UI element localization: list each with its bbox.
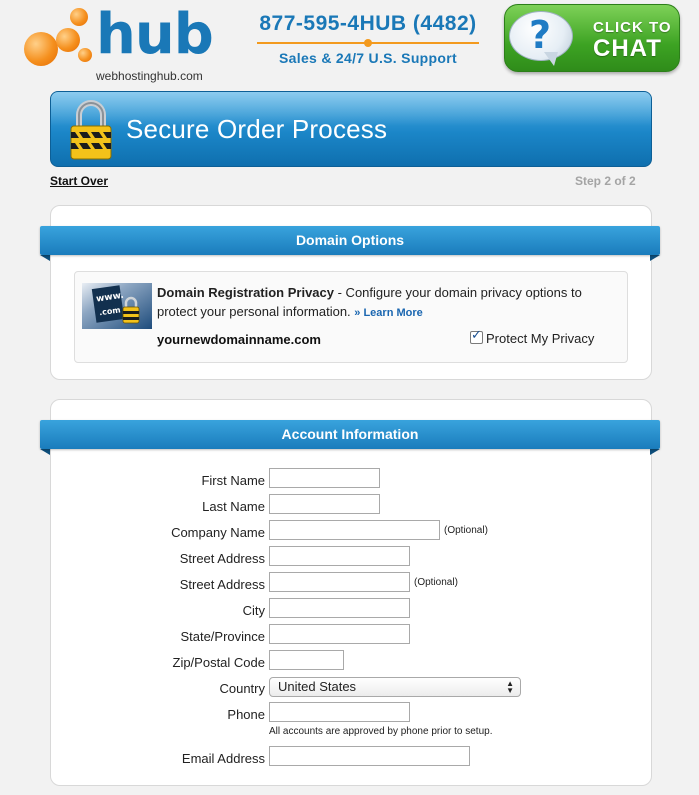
street-address-2-input[interactable] (269, 572, 410, 592)
logo-dot-small (70, 8, 88, 26)
zip-postal-code-label: Zip/Postal Code (172, 655, 266, 670)
chat-button-label-top: CLICK TO (593, 19, 672, 36)
last-name-label: Last Name (202, 499, 265, 514)
protect-privacy-option[interactable]: Protect My Privacy (470, 327, 595, 346)
street-address-input[interactable] (269, 546, 410, 566)
account-information-heading: Account Information (40, 420, 660, 449)
privacy-description: Domain Registration Privacy - Configure … (157, 283, 607, 323)
company-name-input[interactable] (269, 520, 440, 540)
logo-domain: webhostinghub.com (96, 69, 203, 83)
protect-privacy-checkbox[interactable] (470, 327, 483, 344)
page-title: Secure Order Process (126, 114, 388, 144)
logo-dot-medium (56, 28, 80, 52)
phone-label: Phone (227, 707, 265, 722)
domain-options-heading: Domain Options (40, 226, 660, 255)
padlock-icon (70, 100, 112, 160)
state-province-input[interactable] (269, 624, 410, 644)
step-indicator: Step 2 of 2 (575, 174, 636, 188)
secure-order-banner: Secure Order Process (50, 91, 652, 167)
logo-dot-large (24, 32, 58, 66)
domain-name: yournewdomainname.com (157, 332, 321, 347)
phone-input[interactable] (269, 702, 410, 722)
start-over-link[interactable]: Start Over (50, 174, 108, 188)
city-label: City (242, 603, 265, 618)
street-address-label: Street Address (179, 551, 265, 566)
state-province-label: State/Province (180, 629, 265, 644)
protect-privacy-label: Protect My Privacy (486, 331, 595, 346)
privacy-title: Domain Registration Privacy (157, 285, 334, 300)
street-address-2-label: Street Address (179, 577, 265, 592)
email-address-input[interactable] (269, 746, 470, 766)
logo-wordmark: hub (96, 2, 214, 67)
learn-more-link[interactable]: » Learn More (354, 307, 422, 319)
chat-button-label-main: CHAT (593, 35, 662, 62)
country-selected-value: United States (278, 679, 357, 694)
sales-support-text: Sales & 24/7 U.S. Support (279, 50, 457, 66)
site-logo[interactable]: hub webhostinghub.com (20, 2, 220, 83)
sales-phone-number: 877-595-4HUB (4482) (259, 12, 477, 35)
phone-divider (257, 39, 479, 47)
click-to-chat-button[interactable]: ? CLICK TO CHAT (504, 4, 680, 72)
zip-postal-code-input[interactable] (269, 650, 344, 670)
city-input[interactable] (269, 598, 410, 618)
domain-privacy-icon: www. .com (82, 283, 152, 329)
sales-phone-block: 877-595-4HUB (4482) Sales & 24/7 U.S. Su… (250, 12, 486, 66)
street-address-2-optional-note: (Optional) (414, 577, 458, 588)
company-name-label: Company Name (171, 525, 265, 540)
logo-dot-tiny (78, 48, 92, 62)
country-label: Country (219, 681, 265, 696)
chat-bubble-icon: ? (509, 11, 573, 66)
first-name-label: First Name (201, 473, 265, 488)
select-arrows-icon: ▲ ▼ (506, 679, 514, 695)
last-name-input[interactable] (269, 494, 380, 514)
country-select[interactable]: United States ▲ ▼ (269, 677, 521, 697)
company-optional-note: (Optional) (444, 525, 488, 536)
phone-approval-note: All accounts are approved by phone prior… (269, 726, 493, 737)
first-name-input[interactable] (269, 468, 380, 488)
email-address-label: Email Address (181, 751, 265, 766)
